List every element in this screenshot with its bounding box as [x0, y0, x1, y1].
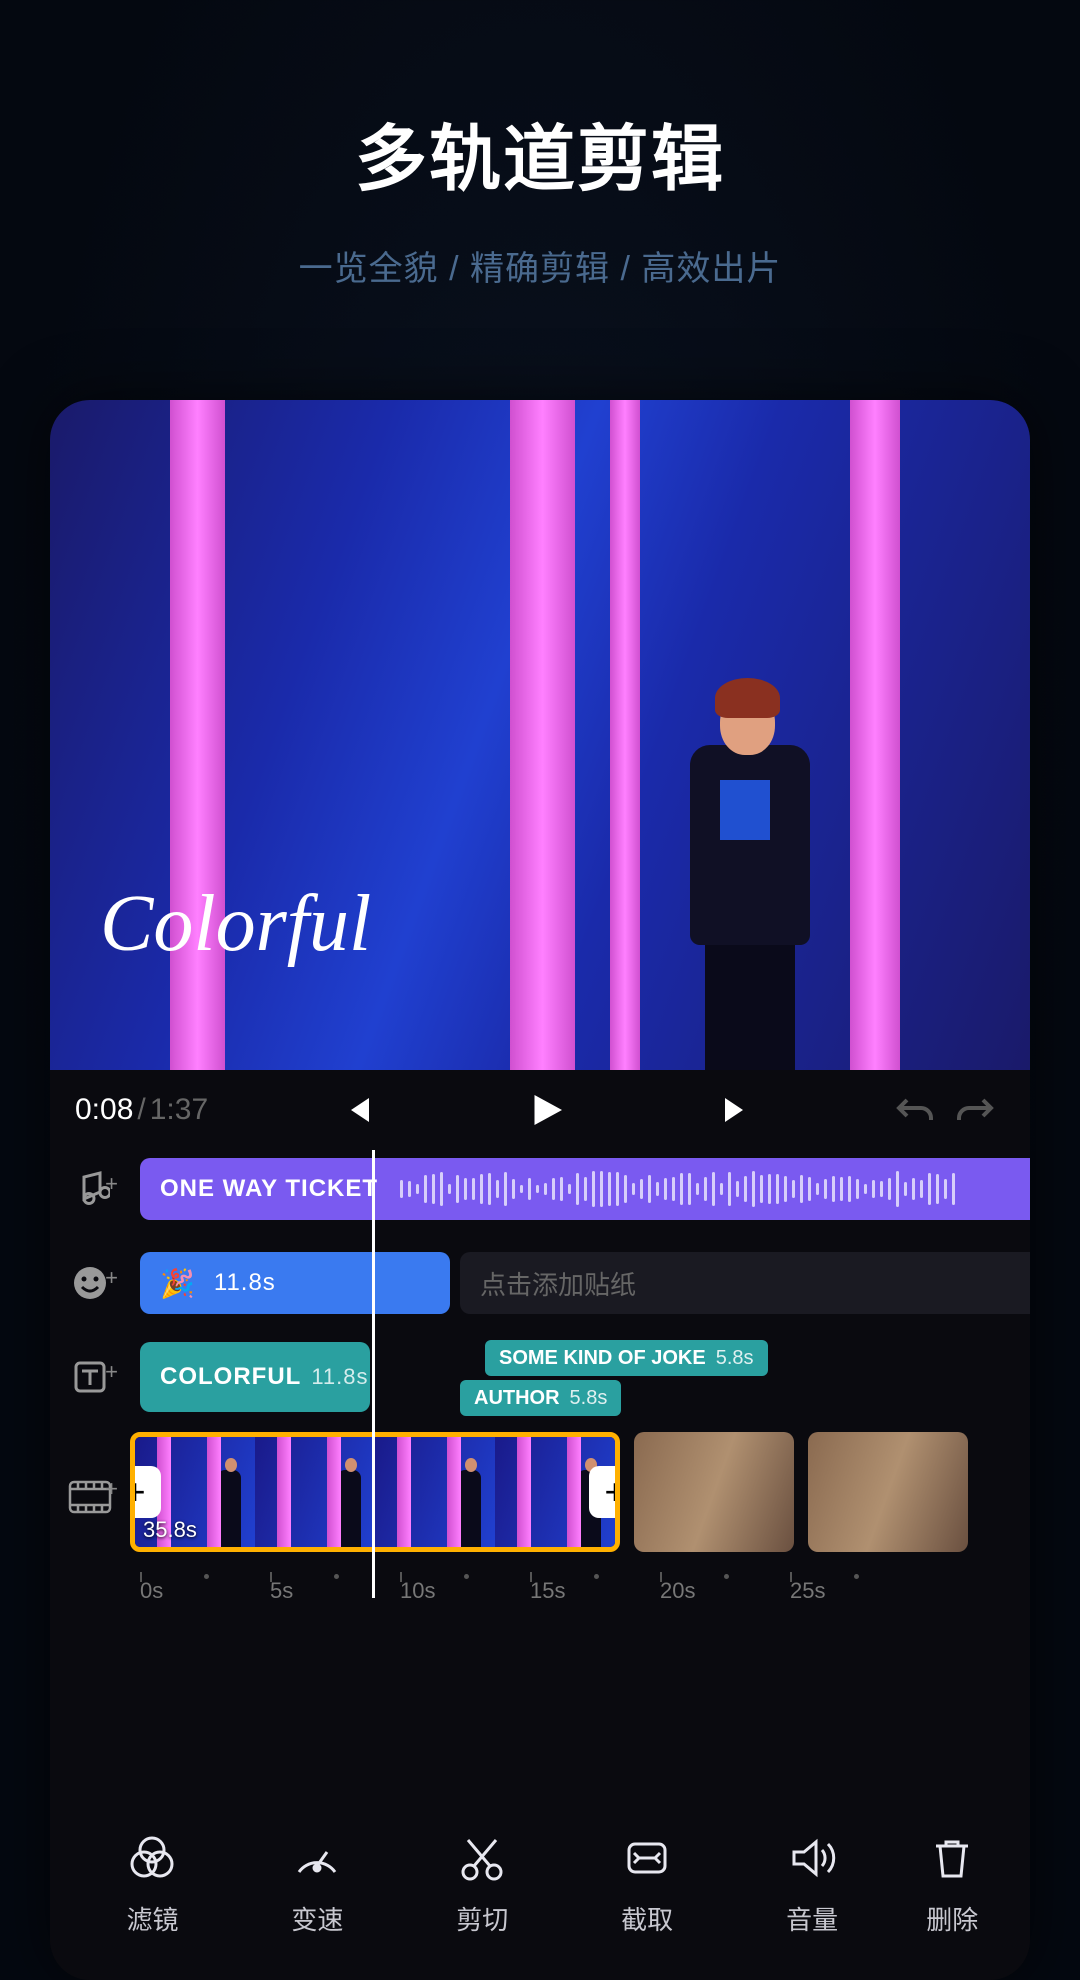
redo-button[interactable]: [945, 1092, 1005, 1128]
music-clip[interactable]: ONE WAY TICKET: [140, 1158, 1030, 1220]
filter-icon: [124, 1830, 180, 1886]
scissors-icon: [454, 1830, 510, 1886]
music-track: + ONE WAY TICKET: [50, 1150, 1030, 1228]
editor-frame: Colorful 0:08 / 1:37 +: [50, 400, 1030, 1980]
filter-tool[interactable]: 滤镜: [70, 1830, 235, 1980]
video-clip[interactable]: [808, 1432, 968, 1552]
add-sticker-icon[interactable]: +: [50, 1263, 130, 1303]
tool-label: 截取: [621, 1900, 673, 1937]
preview-watermark: Colorful: [100, 879, 371, 970]
waveform-icon: [400, 1172, 1030, 1206]
text-clip-colorful[interactable]: COLORFUL 11.8s: [140, 1342, 370, 1412]
text-clip-duration: 5.8s: [716, 1347, 754, 1370]
video-clip-duration: 35.8s: [143, 1517, 197, 1543]
tool-label: 音量: [786, 1900, 838, 1937]
time-separator: /: [137, 1093, 145, 1127]
video-clip[interactable]: [634, 1432, 794, 1552]
tool-label: 变速: [291, 1900, 343, 1937]
volume-icon: [784, 1830, 840, 1886]
cut-tool[interactable]: 剪切: [400, 1830, 565, 1980]
tool-label: 剪切: [456, 1900, 508, 1937]
sticker-clip[interactable]: 🎉 11.8s: [140, 1252, 450, 1314]
text-track: + COLORFUL 11.8s SOME KIND OF JOKE 5.8s …: [50, 1338, 1030, 1416]
text-clip-label: COLORFUL: [160, 1363, 301, 1391]
text-clip-joke[interactable]: SOME KIND OF JOKE 5.8s: [485, 1340, 768, 1376]
timeline[interactable]: + ONE WAY TICKET + 🎉 11.8s 点击添加贴纸: [50, 1150, 1030, 1638]
trash-icon: [924, 1830, 980, 1886]
add-sticker-hint[interactable]: 点击添加贴纸: [460, 1252, 1030, 1314]
promo-header: 多轨道剪辑 一览全貌 / 精确剪辑 / 高效出片: [0, 0, 1080, 290]
add-video-icon[interactable]: +: [50, 1480, 130, 1514]
text-clip-label: AUTHOR: [474, 1387, 560, 1410]
tool-label: 滤镜: [126, 1900, 178, 1937]
tool-label: 删除: [926, 1900, 978, 1937]
time-current: 0:08: [75, 1093, 133, 1127]
preview-decor: [850, 400, 900, 1070]
text-clip-duration: 11.8s: [311, 1364, 368, 1390]
preview-decor: [610, 400, 640, 1070]
page-subtitle: 一览全貌 / 精确剪辑 / 高效出片: [0, 241, 1080, 290]
text-clip-duration: 5.8s: [570, 1387, 608, 1410]
undo-button[interactable]: [885, 1092, 945, 1128]
next-button[interactable]: [707, 1094, 767, 1126]
playhead[interactable]: [372, 1150, 375, 1598]
speed-icon: [289, 1830, 345, 1886]
bottom-toolbar: 滤镜 变速 剪切 截取 音量 删除: [50, 1810, 1030, 1980]
video-preview[interactable]: Colorful: [50, 400, 1030, 1070]
time-ruler[interactable]: 0s5s10s15s20s25s: [50, 1578, 1030, 1618]
playback-controls: 0:08 / 1:37: [50, 1070, 1030, 1150]
video-clip-selected[interactable]: + + 35.8s: [130, 1432, 620, 1552]
add-music-icon[interactable]: +: [50, 1169, 130, 1209]
text-clip-label: SOME KIND OF JOKE: [499, 1347, 706, 1370]
sticker-duration: 11.8s: [214, 1269, 276, 1297]
delete-tool[interactable]: 删除: [895, 1830, 1010, 1980]
time-total: 1:37: [150, 1093, 208, 1127]
party-popper-icon: 🎉: [160, 1267, 196, 1300]
play-button[interactable]: [517, 1090, 577, 1130]
trim-tool[interactable]: 截取: [565, 1830, 730, 1980]
preview-decor: [510, 400, 575, 1070]
add-text-icon[interactable]: +: [50, 1357, 130, 1397]
page-title: 多轨道剪辑: [0, 100, 1080, 205]
speed-tool[interactable]: 变速: [235, 1830, 400, 1980]
add-clip-after[interactable]: +: [589, 1466, 620, 1518]
text-clip-author[interactable]: AUTHOR 5.8s: [460, 1380, 621, 1416]
prev-button[interactable]: [327, 1094, 387, 1126]
preview-subject: [650, 670, 830, 1070]
trim-icon: [619, 1830, 675, 1886]
music-clip-label: ONE WAY TICKET: [160, 1175, 378, 1203]
video-track: + + + 35.8s: [50, 1432, 1030, 1562]
add-clip-before[interactable]: +: [130, 1466, 161, 1518]
sticker-track: + 🎉 11.8s 点击添加贴纸: [50, 1244, 1030, 1322]
volume-tool[interactable]: 音量: [730, 1830, 895, 1980]
